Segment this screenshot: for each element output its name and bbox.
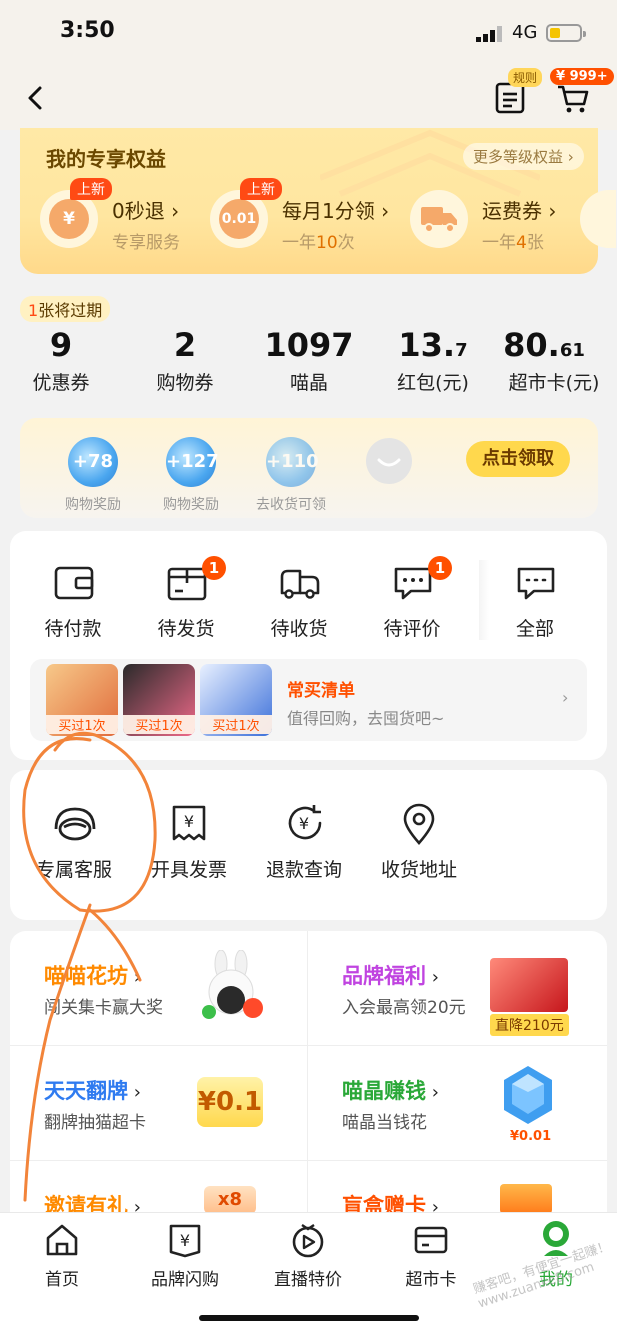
card-icon[interactable] — [413, 1222, 449, 1258]
smile-icon — [366, 438, 412, 484]
reward-label: 去收货可领 — [256, 497, 326, 513]
cart-count-badge: ¥ 999+ — [550, 68, 614, 85]
new-tag: 上新 — [70, 178, 112, 200]
miao-crystal-label[interactable]: 喵晶 — [249, 368, 369, 395]
pending-payment-label[interactable]: 待付款 — [28, 614, 118, 641]
benefit-sub: 一年10次 — [282, 233, 355, 253]
tab-brand-flash[interactable]: 品牌闪购 — [135, 1265, 235, 1290]
all-orders-icon[interactable] — [514, 563, 558, 603]
benefit-name[interactable]: 每月1分领 › — [282, 195, 389, 224]
reward-label: 购物奖励 — [163, 497, 219, 513]
gem-icon[interactable]: +110 — [266, 437, 319, 487]
price-label: ¥0.01 — [510, 1129, 552, 1144]
network-type: 4G — [512, 22, 538, 43]
shopping-voucher-count[interactable]: 2 — [130, 326, 240, 364]
brand-flash-icon[interactable]: ¥ — [167, 1222, 203, 1258]
crystal-icon — [498, 1062, 558, 1128]
cart-icon[interactable] — [556, 82, 590, 114]
svg-text:¥: ¥ — [184, 812, 194, 831]
product-thumbnail[interactable]: 买过1次 — [200, 664, 272, 736]
svg-text:¥: ¥ — [180, 1231, 190, 1250]
gem-icon[interactable]: +127 — [166, 437, 219, 487]
rule-badge[interactable]: 规则 — [508, 68, 543, 87]
supermarket-card-amount[interactable]: 80.61 — [484, 326, 604, 364]
price-drop-badge: 直降210元 — [490, 1014, 569, 1036]
shipping-truck-icon[interactable] — [410, 190, 468, 248]
home-indicator — [199, 1315, 419, 1321]
pending-review-label[interactable]: 待评价 — [367, 614, 457, 641]
frequent-buy-subtitle: 值得回购，去囤货吧~ — [287, 709, 445, 728]
new-tag: 上新 — [240, 178, 282, 200]
pending-ship-label[interactable]: 待发货 — [141, 614, 231, 641]
promo-title[interactable]: 喵晶赚钱 › — [342, 1075, 439, 1105]
battery-icon — [546, 24, 586, 42]
promo-title[interactable]: 品牌福利 › — [342, 960, 439, 990]
tab-live-deals[interactable]: 直播特价 — [258, 1265, 358, 1290]
back-arrow-icon[interactable] — [22, 84, 50, 112]
price-tile: ¥0.1 — [197, 1077, 263, 1127]
tab-home[interactable]: 首页 — [12, 1265, 112, 1290]
chevron-right-icon[interactable]: › — [562, 688, 568, 707]
address-label[interactable]: 收货地址 — [364, 855, 474, 882]
red-packet-label[interactable]: 红包(元) — [373, 368, 493, 395]
product-image — [490, 958, 568, 1012]
promo-sub: 喵晶当钱花 — [342, 1113, 427, 1133]
miao-crystal-count[interactable]: 1097 — [254, 326, 364, 364]
more-benefits-link[interactable]: 更多等级权益 › — [463, 143, 584, 170]
gift-box-icon — [500, 1184, 552, 1214]
benefit-sub: 一年4张 — [482, 233, 544, 253]
order-badge: 1 — [202, 556, 226, 580]
live-play-icon[interactable] — [290, 1222, 326, 1258]
tab-supermarket-card[interactable]: 超市卡 — [381, 1265, 481, 1290]
bunny-mascot-icon — [195, 949, 269, 1030]
home-icon[interactable] — [44, 1222, 80, 1258]
benefit-name[interactable]: 0秒退 › — [112, 195, 179, 224]
reward-label: 购物奖励 — [65, 497, 121, 513]
benefits-title: 我的专享权益 — [46, 147, 166, 171]
coupon-count[interactable]: 9 — [6, 326, 116, 364]
refund-query-label[interactable]: 退款查询 — [249, 855, 359, 882]
order-badge: 1 — [428, 556, 452, 580]
claim-button[interactable]: 点击领取 — [466, 441, 570, 477]
svg-text:¥: ¥ — [299, 814, 309, 833]
multiplier-tile: x8 — [204, 1186, 256, 1214]
all-orders-label[interactable]: 全部 — [490, 614, 580, 641]
benefit-sub: 专享服务 — [112, 233, 180, 253]
status-time: 3:50 — [60, 18, 115, 43]
shopping-voucher-label[interactable]: 购物券 — [125, 368, 245, 395]
promo-sub: 入会最高领20元 — [342, 998, 466, 1018]
divider — [307, 931, 308, 1221]
frequent-buy-title[interactable]: 常买清单 — [287, 676, 355, 701]
refund-icon[interactable]: ¥ — [284, 803, 326, 843]
signal-icon — [476, 26, 502, 42]
truck-icon[interactable] — [278, 563, 322, 603]
gem-icon[interactable]: +78 — [68, 437, 118, 487]
coupon-label[interactable]: 优惠券 — [1, 368, 121, 395]
supermarket-card-label[interactable]: 超市卡(元) — [494, 368, 614, 395]
location-pin-icon[interactable] — [400, 803, 438, 845]
hand-drawn-circle — [22, 731, 157, 1202]
benefit-name[interactable]: 运费券 › — [482, 195, 556, 224]
pending-receive-label[interactable]: 待收货 — [254, 614, 344, 641]
red-packet-amount[interactable]: 13.7 — [378, 326, 488, 364]
divider — [479, 560, 489, 640]
expiring-notice[interactable]: 1张将过期 — [20, 296, 111, 322]
wallet-icon[interactable] — [52, 563, 96, 603]
